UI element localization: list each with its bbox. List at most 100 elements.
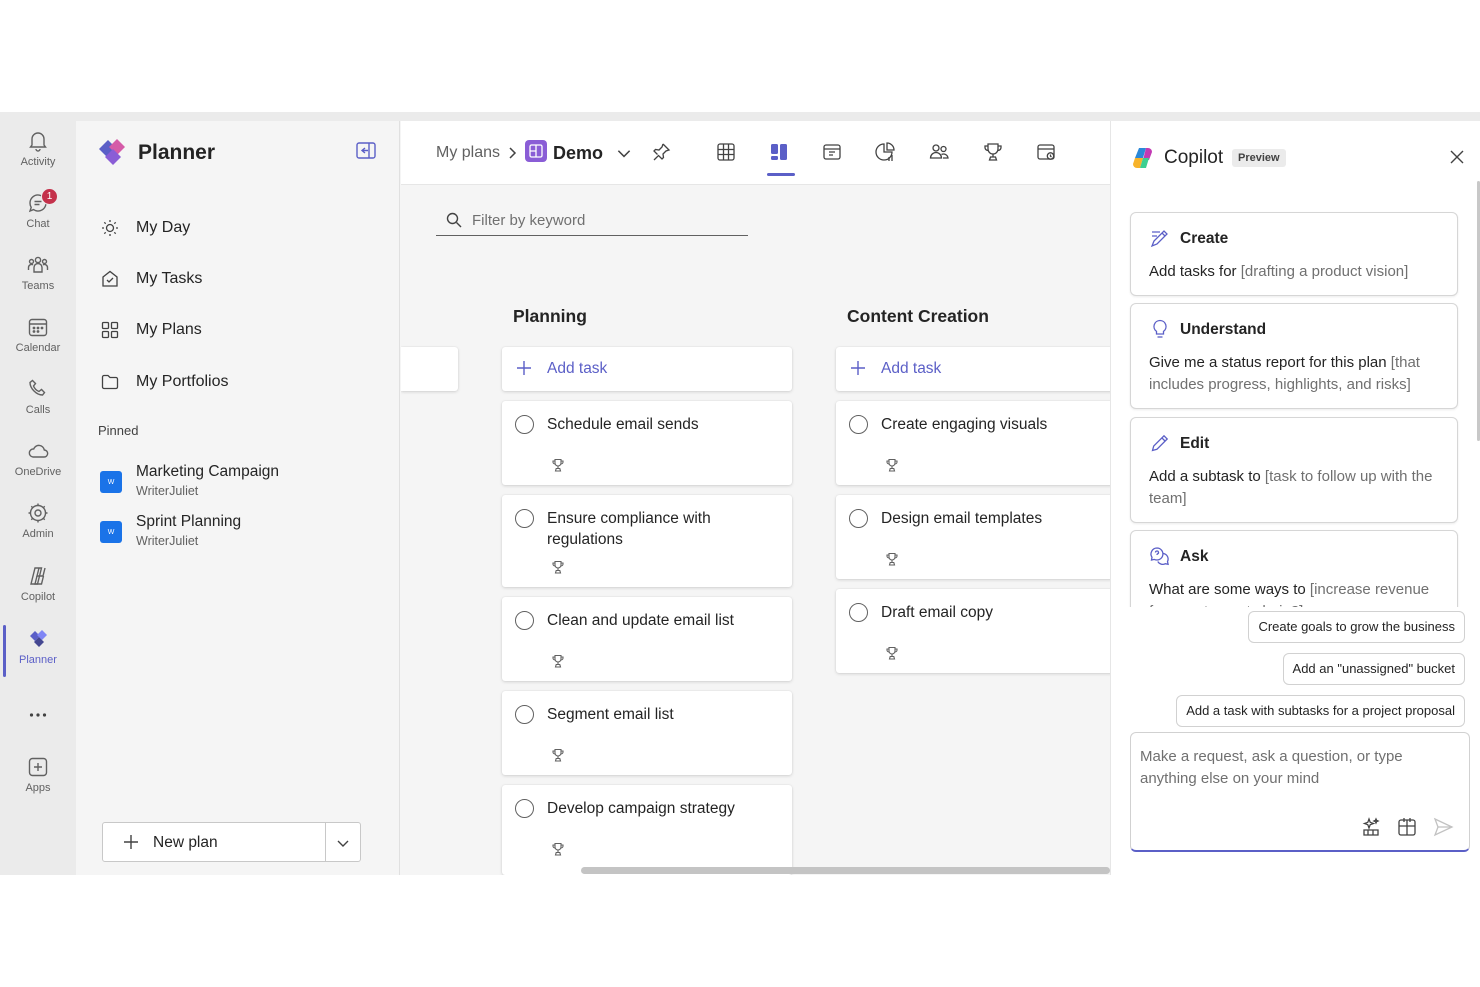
complete-task-checkbox[interactable] (515, 509, 534, 528)
task-card[interactable]: Segment email list (502, 691, 792, 775)
plan-icon: W (100, 521, 122, 543)
people-view-icon[interactable] (928, 141, 950, 163)
apps-plus-icon (28, 757, 48, 777)
complete-task-checkbox[interactable] (515, 799, 534, 818)
prompt-card-text: Add a subtask to [task to follow up with… (1149, 466, 1449, 510)
new-plan-button[interactable]: New plan (103, 823, 325, 861)
trophy-icon (886, 646, 898, 660)
nav-label: My Tasks (136, 270, 203, 287)
schedule-view-icon[interactable] (821, 141, 843, 163)
goals-view-icon[interactable] (982, 141, 1004, 163)
apps-grid-icon[interactable] (1396, 816, 1418, 838)
calendar-icon (28, 318, 48, 337)
horizontal-scrollbar[interactable] (581, 867, 1110, 874)
nav-my-portfolios[interactable]: My Portfolios (100, 365, 380, 399)
complete-task-checkbox[interactable] (849, 509, 868, 528)
nav-my-plans[interactable]: My Plans (100, 313, 380, 347)
timeline-view-icon[interactable] (1035, 141, 1057, 163)
home-check-icon (102, 270, 118, 287)
prompt-card-edit[interactable]: Edit Add a subtask to [task to follow up… (1130, 417, 1458, 523)
complete-task-checkbox[interactable] (515, 611, 534, 630)
rail-label: Planner (19, 654, 57, 666)
copilot-compose-box[interactable]: Make a request, ask a question, or type … (1130, 732, 1470, 852)
sparkle-prompts-icon[interactable] (1360, 816, 1382, 838)
collapse-sidebar-icon[interactable] (355, 141, 377, 161)
trophy-icon (886, 458, 898, 472)
add-task-label: Add task (547, 360, 608, 377)
task-card[interactable]: Ensure compliance with regulations (502, 495, 792, 587)
add-task-button[interactable]: Add task (502, 347, 792, 391)
filter-input[interactable]: Filter by keyword (436, 206, 748, 236)
prompt-card-text: What are some ways to [increase revenue … (1149, 579, 1449, 607)
task-card[interactable]: Clean and update email list (502, 597, 792, 681)
pin-icon[interactable] (650, 141, 672, 163)
rail-label: Calls (25, 404, 51, 416)
trophy-icon (552, 842, 564, 856)
prompt-card-understand[interactable]: Understand Give me a status report for t… (1130, 303, 1458, 409)
pencil-icon (1151, 434, 1169, 452)
task-card[interactable]: Design email templates (836, 495, 1110, 579)
add-task-label: Add task (881, 360, 942, 377)
add-task-button[interactable]: Add task (836, 347, 1110, 391)
ask-icon (1150, 547, 1169, 566)
rail-label: Activity (20, 156, 56, 168)
more-icon (29, 713, 47, 717)
suggestion-chip[interactable]: Create goals to grow the business (1248, 611, 1465, 643)
plan-title[interactable]: Demo (553, 143, 603, 164)
pinned-plan-sprint-planning[interactable]: W Sprint Planning WriterJuliet (100, 513, 380, 553)
chevron-down-icon[interactable] (335, 835, 351, 851)
bell-icon (29, 132, 47, 152)
complete-task-checkbox[interactable] (849, 415, 868, 434)
close-icon[interactable] (1449, 149, 1465, 165)
copilot-prompt-cards: Create Add tasks for [drafting a product… (1111, 201, 1480, 607)
complete-task-checkbox[interactable] (515, 415, 534, 434)
new-plan-label: New plan (153, 834, 218, 851)
rail-label: Apps (25, 782, 51, 794)
rail-chat[interactable]: 1 Chat (0, 188, 76, 249)
chevron-down-icon[interactable] (615, 144, 633, 162)
board-area: My plans Demo Filter by keyword Planning (401, 121, 1110, 875)
suggestion-chip[interactable]: Add an "unassigned" bucket (1282, 653, 1465, 685)
trophy-icon (552, 560, 564, 574)
copilot-title: Copilot (1164, 147, 1224, 168)
complete-task-checkbox[interactable] (515, 705, 534, 724)
rail-admin[interactable]: Admin (0, 501, 76, 559)
charts-view-icon[interactable] (874, 141, 896, 163)
task-title: Schedule email sends (547, 416, 699, 433)
sun-icon (102, 220, 118, 236)
breadcrumb-my-plans[interactable]: My plans (436, 144, 500, 162)
board-view-icon[interactable] (768, 141, 790, 163)
nav-my-tasks[interactable]: My Tasks (100, 262, 380, 296)
copilot-logo-icon (1133, 148, 1152, 168)
rail-copilot[interactable]: Copilot (0, 564, 76, 622)
task-card[interactable]: Draft email copy (836, 589, 1110, 673)
rail-calendar[interactable]: Calendar (0, 315, 76, 373)
suggestion-chip[interactable]: Add a task with subtasks for a project p… (1176, 695, 1465, 727)
prompt-card-heading: Edit (1180, 435, 1210, 452)
rail-onedrive[interactable]: OneDrive (0, 439, 76, 497)
task-card[interactable]: Develop campaign strategy (502, 785, 792, 875)
prompt-text: Add tasks for (1149, 263, 1241, 280)
task-card[interactable]: Schedule email sends (502, 401, 792, 485)
copilot-icon (30, 567, 46, 585)
rail-calls[interactable]: Calls (0, 377, 76, 435)
prompt-text: What are some ways to (1149, 581, 1310, 598)
prompt-card-create[interactable]: Create Add tasks for [drafting a product… (1130, 212, 1458, 296)
trophy-icon (552, 748, 564, 762)
task-card[interactable]: Create engaging visuals (836, 401, 1110, 485)
rail-label: Admin (22, 528, 54, 540)
rail-teams[interactable]: Teams (0, 253, 76, 311)
send-icon[interactable] (1432, 816, 1454, 838)
pinned-plan-marketing-campaign[interactable]: W Marketing Campaign WriterJuliet (100, 463, 380, 503)
previous-bucket-card[interactable] (401, 347, 458, 391)
rail-activity[interactable]: Activity (0, 129, 76, 187)
task-title: Draft email copy (881, 604, 993, 621)
rail-apps[interactable]: Apps (0, 755, 76, 813)
grid-view-icon[interactable] (715, 141, 737, 163)
rail-planner[interactable]: Planner (0, 625, 76, 685)
prompt-card-ask[interactable]: Ask What are some ways to [increase reve… (1130, 530, 1458, 607)
nav-my-day[interactable]: My Day (100, 211, 380, 245)
complete-task-checkbox[interactable] (849, 603, 868, 622)
prompt-text: Give me a status report for this plan (1149, 354, 1391, 371)
rail-more[interactable] (0, 703, 76, 761)
